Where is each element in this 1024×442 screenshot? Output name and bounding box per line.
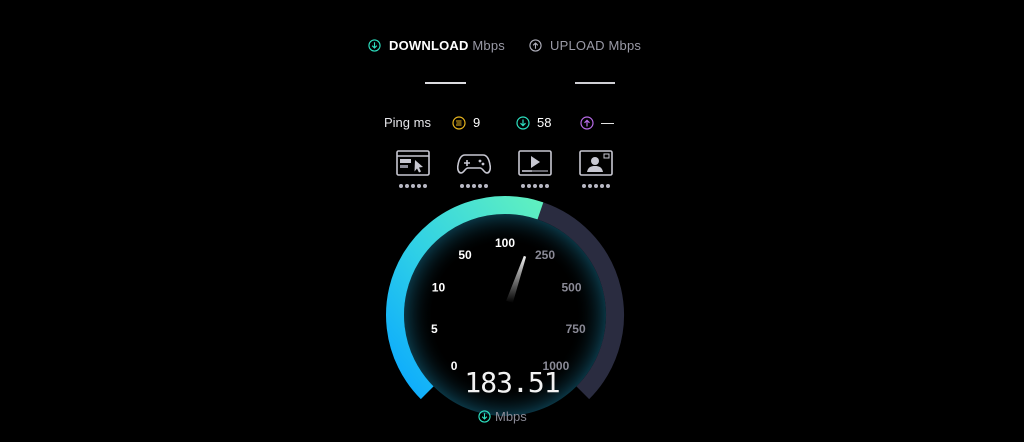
ping-jitter: 9 (452, 115, 480, 130)
speed-gauge: 0510501002505007501000 (386, 196, 624, 416)
tab-download-label: DOWNLOAD (389, 38, 469, 53)
speed-unit: Mbps (478, 409, 527, 424)
browsing-icon[interactable] (396, 150, 430, 188)
ping-label: Ping ms (384, 115, 431, 130)
ping-upload-value: — (601, 115, 614, 130)
video-streaming-icon[interactable] (518, 150, 552, 188)
ping-row: Ping ms 9 58 — (0, 115, 1024, 133)
test-tabs: DOWNLOAD Mbps UPLOAD Mbps (0, 38, 1024, 68)
gauge-tick-label: 750 (566, 322, 586, 336)
speed-unit-label: Mbps (495, 409, 527, 424)
ping-download-icon (516, 115, 530, 130)
ping-upload-icon (580, 115, 594, 130)
download-unit-icon (478, 410, 491, 423)
gauge-tick-label: 5 (431, 322, 438, 336)
tab-upload-unit: Mbps (608, 38, 642, 53)
ping-download: 58 (516, 115, 551, 130)
jitter-icon (452, 115, 466, 130)
ping-download-value: 58 (537, 115, 552, 130)
gaming-icon[interactable] (456, 150, 492, 188)
tab-download[interactable]: DOWNLOAD Mbps (368, 38, 505, 53)
gauge-tick-label: 500 (562, 280, 582, 294)
gauge-tick-label: 250 (535, 248, 555, 262)
current-speed-value: 183.51 (464, 366, 560, 399)
tab-download-unit: Mbps (472, 38, 505, 53)
download-arrow-icon (368, 39, 381, 52)
ping-jitter-value: 9 (473, 115, 481, 130)
gauge-tick-label: 10 (432, 280, 446, 294)
download-result-placeholder (425, 82, 466, 84)
experience-icons (0, 150, 1024, 190)
ping-upload: — (580, 115, 614, 130)
gauge-tick-label: 100 (495, 236, 515, 250)
gauge-tick-label: 0 (451, 359, 458, 373)
video-call-icon[interactable] (579, 150, 613, 188)
gauge-tick-label: 50 (458, 248, 472, 262)
tab-upload[interactable]: UPLOAD Mbps (529, 38, 641, 53)
upload-result-placeholder (575, 82, 615, 84)
upload-arrow-icon (529, 39, 542, 52)
tab-upload-label: UPLOAD (550, 38, 605, 53)
